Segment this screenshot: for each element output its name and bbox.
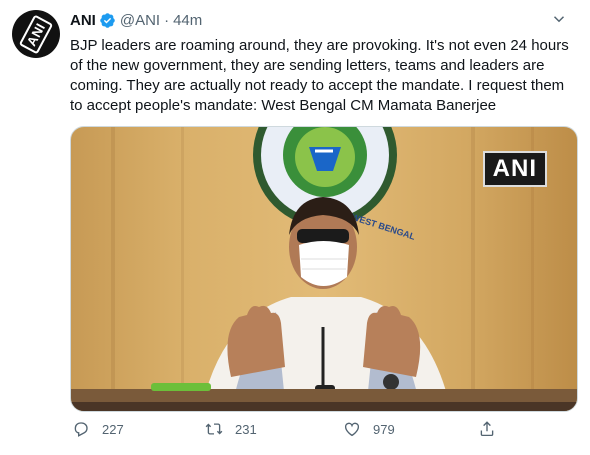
avatar[interactable]: ANI [12, 10, 60, 58]
tweet-header: ANI @ANI · 44m [70, 10, 202, 30]
separator-dot: · [164, 11, 170, 29]
author-name[interactable]: ANI [70, 12, 96, 29]
heart-icon [344, 422, 360, 437]
like-count: 979 [373, 421, 395, 437]
reply-icon [74, 422, 88, 437]
retweet-count: 231 [235, 421, 257, 437]
like-button[interactable]: 979 [343, 420, 395, 438]
author-handle[interactable]: @ANI [120, 12, 160, 29]
tweet-timestamp[interactable]: 44m [173, 12, 202, 29]
tweet-media-image[interactable]: GOVT OF WEST BENGAL ANI [70, 126, 578, 412]
share-icon [480, 421, 494, 437]
retweet-button[interactable]: 231 [205, 420, 257, 438]
reply-count: 227 [102, 421, 124, 437]
retweet-icon [205, 423, 223, 435]
share-button[interactable] [478, 420, 508, 438]
verified-badge-icon [99, 12, 116, 29]
tweet-text: BJP leaders are roaming around, they are… [70, 37, 569, 114]
ani-watermark: ANI [482, 151, 547, 187]
avatar-logo-text: ANI [18, 14, 54, 54]
more-options-chevron-icon[interactable] [546, 8, 572, 30]
speaker-figure [201, 197, 451, 411]
tweet-actions: 227 231 979 [70, 420, 540, 444]
reply-button[interactable]: 227 [72, 420, 124, 438]
